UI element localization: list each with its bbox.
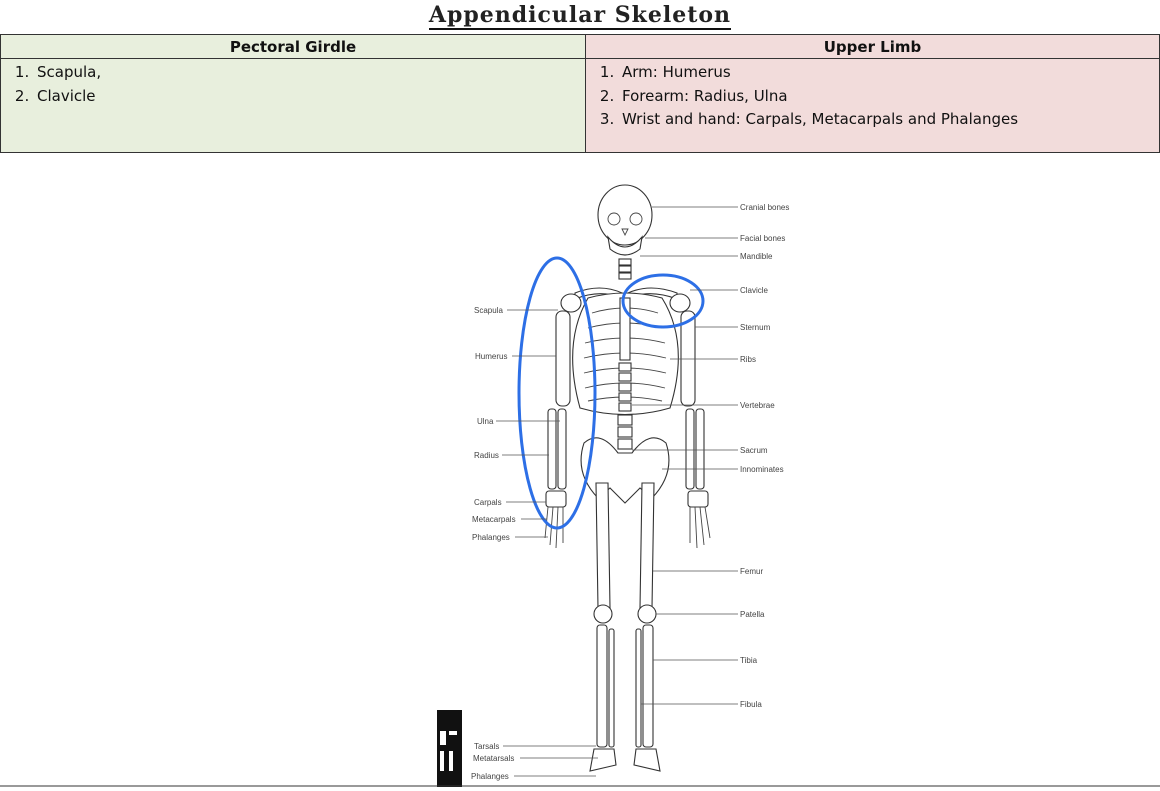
page-title-bar: Appendicular Skeleton: [0, 0, 1160, 34]
label-scapula: Scapula: [474, 306, 503, 315]
upper-limb-list: Arm: Humerus Forearm: Radius, Ulna Wrist…: [586, 61, 1159, 132]
cropped-image-fragment: [437, 710, 462, 787]
label-tarsals: Tarsals: [474, 742, 499, 751]
label-facial-bones: Facial bones: [740, 234, 785, 243]
bones-table: Pectoral Girdle Upper Limb Scapula, Clav…: [0, 34, 1160, 153]
label-carpals: Carpals: [474, 498, 502, 507]
list-item: Clavicle: [34, 85, 585, 109]
label-metatarsals: Metatarsals: [473, 754, 514, 763]
page-title: Appendicular Skeleton: [428, 2, 732, 30]
label-hand-phalanges: Phalanges: [472, 533, 510, 542]
label-vertebrae: Vertebrae: [740, 401, 775, 410]
label-sternum: Sternum: [740, 323, 771, 332]
skeleton-illustration: Cranial bones Facial bones Mandible Clav…: [0, 184, 1160, 787]
label-mandible: Mandible: [740, 252, 773, 261]
upper-limb-cell: Arm: Humerus Forearm: Radius, Ulna Wrist…: [585, 58, 1160, 153]
pectoral-girdle-cell: Scapula, Clavicle: [0, 58, 586, 153]
label-clavicle: Clavicle: [740, 286, 769, 295]
upper-limb-header: Upper Limb: [585, 34, 1160, 59]
label-innominates: Innominates: [740, 465, 784, 474]
label-ulna: Ulna: [477, 417, 494, 426]
label-humerus: Humerus: [475, 352, 507, 361]
label-femur: Femur: [740, 567, 763, 576]
left-labels: Scapula Humerus Ulna Radius Carpals Meta…: [471, 306, 516, 781]
label-cranial-bones: Cranial bones: [740, 203, 789, 212]
skeleton-figure: [544, 184, 711, 772]
label-patella: Patella: [740, 610, 765, 619]
label-foot-phalanges: Phalanges: [471, 772, 509, 781]
list-item: Arm: Humerus: [619, 61, 1159, 85]
list-item: Forearm: Radius, Ulna: [619, 85, 1159, 109]
label-metacarpals: Metacarpals: [472, 515, 516, 524]
corner-fragment: [437, 710, 462, 787]
label-tibia: Tibia: [740, 656, 758, 665]
table-body-row: Scapula, Clavicle Arm: Humerus Forearm: …: [0, 58, 1160, 153]
right-labels: Cranial bones Facial bones Mandible Clav…: [740, 203, 789, 709]
skeleton-diagram: Cranial bones Facial bones Mandible Clav…: [0, 153, 1160, 787]
pectoral-girdle-header: Pectoral Girdle: [0, 34, 586, 59]
table-header-row: Pectoral Girdle Upper Limb: [0, 34, 1160, 59]
label-ribs: Ribs: [740, 355, 756, 364]
label-radius: Radius: [474, 451, 499, 460]
pectoral-girdle-list: Scapula, Clavicle: [1, 61, 585, 108]
label-sacrum: Sacrum: [740, 446, 768, 455]
list-item: Scapula,: [34, 61, 585, 85]
label-fibula: Fibula: [740, 700, 762, 709]
list-item: Wrist and hand: Carpals, Metacarpals and…: [619, 108, 1159, 132]
